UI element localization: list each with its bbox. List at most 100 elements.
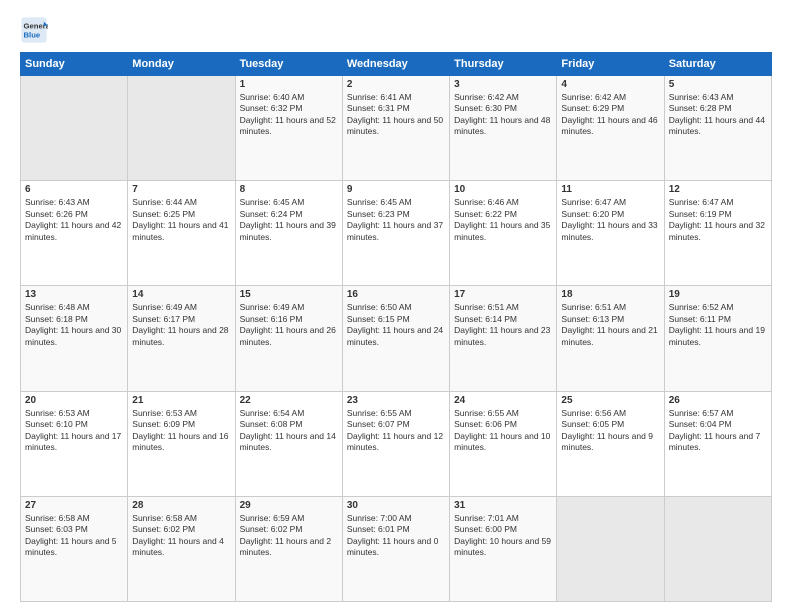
weekday-header: Monday bbox=[128, 53, 235, 76]
calendar-day-cell: 9 Sunrise: 6:45 AMSunset: 6:23 PMDaylight… bbox=[342, 181, 449, 286]
calendar-header-row: SundayMondayTuesdayWednesdayThursdayFrid… bbox=[21, 53, 772, 76]
day-info: Sunrise: 7:01 AMSunset: 6:00 PMDaylight:… bbox=[454, 513, 552, 559]
day-number: 17 bbox=[454, 289, 552, 300]
calendar-day-cell: 3 Sunrise: 6:42 AMSunset: 6:30 PMDaylight… bbox=[450, 76, 557, 181]
day-info: Sunrise: 6:57 AMSunset: 6:04 PMDaylight:… bbox=[669, 408, 767, 454]
calendar-day-cell: 28 Sunrise: 6:58 AMSunset: 6:02 PMDayligh… bbox=[128, 496, 235, 601]
day-info: Sunrise: 6:49 AMSunset: 6:17 PMDaylight:… bbox=[132, 302, 230, 348]
day-number: 29 bbox=[240, 500, 338, 511]
calendar-day-cell: 27Sunrise: 6:58 AMSunset: 6:03 PMDayligh… bbox=[21, 496, 128, 601]
calendar-day-cell: 26 Sunrise: 6:57 AMSunset: 6:04 PMDayligh… bbox=[664, 391, 771, 496]
calendar-day-cell: 31 Sunrise: 7:01 AMSunset: 6:00 PMDayligh… bbox=[450, 496, 557, 601]
calendar-day-cell: 17 Sunrise: 6:51 AMSunset: 6:14 PMDayligh… bbox=[450, 286, 557, 391]
page: General Blue SundayMondayTuesdayWednesda… bbox=[0, 0, 792, 612]
calendar-day-cell: 30 Sunrise: 7:00 AMSunset: 6:01 PMDayligh… bbox=[342, 496, 449, 601]
calendar-day-cell: 10 Sunrise: 6:46 AMSunset: 6:22 PMDayligh… bbox=[450, 181, 557, 286]
calendar-day-cell: 1 Sunrise: 6:40 AMSunset: 6:32 PMDaylight… bbox=[235, 76, 342, 181]
weekday-header: Thursday bbox=[450, 53, 557, 76]
day-info: Sunrise: 6:45 AMSunset: 6:23 PMDaylight:… bbox=[347, 197, 445, 243]
weekday-header: Friday bbox=[557, 53, 664, 76]
day-info: Sunrise: 6:43 AMSunset: 6:28 PMDaylight:… bbox=[669, 92, 767, 138]
calendar-day-cell: 29 Sunrise: 6:59 AMSunset: 6:02 PMDayligh… bbox=[235, 496, 342, 601]
day-info: Sunrise: 6:53 AMSunset: 6:10 PMDaylight:… bbox=[25, 408, 123, 454]
day-number: 9 bbox=[347, 184, 445, 195]
weekday-header: Sunday bbox=[21, 53, 128, 76]
day-number: 8 bbox=[240, 184, 338, 195]
day-number: 1 bbox=[240, 79, 338, 90]
day-number: 11 bbox=[561, 184, 659, 195]
day-info: Sunrise: 6:47 AMSunset: 6:20 PMDaylight:… bbox=[561, 197, 659, 243]
calendar-day-cell: 13 Sunrise: 6:48 AMSunset: 6:18 PMDayligh… bbox=[21, 286, 128, 391]
day-info: Sunrise: 6:51 AMSunset: 6:13 PMDaylight:… bbox=[561, 302, 659, 348]
day-info: Sunrise: 6:43 AMSunset: 6:26 PMDaylight:… bbox=[25, 197, 123, 243]
day-info: Sunrise: 6:51 AMSunset: 6:14 PMDaylight:… bbox=[454, 302, 552, 348]
day-number: 10 bbox=[454, 184, 552, 195]
day-number: 13 bbox=[25, 289, 123, 300]
day-number: 23 bbox=[347, 395, 445, 406]
calendar-day-cell: 6 Sunrise: 6:43 AMSunset: 6:26 PMDaylight… bbox=[21, 181, 128, 286]
day-number: 20 bbox=[25, 395, 123, 406]
day-info: Sunrise: 6:59 AMSunset: 6:02 PMDaylight:… bbox=[240, 513, 338, 559]
day-info: Sunrise: 6:55 AMSunset: 6:07 PMDaylight:… bbox=[347, 408, 445, 454]
day-info: Sunrise: 6:53 AMSunset: 6:09 PMDaylight:… bbox=[132, 408, 230, 454]
day-number: 19 bbox=[669, 289, 767, 300]
day-info: Sunrise: 6:50 AMSunset: 6:15 PMDaylight:… bbox=[347, 302, 445, 348]
calendar-day-cell bbox=[664, 496, 771, 601]
calendar-day-cell: 2 Sunrise: 6:41 AMSunset: 6:31 PMDaylight… bbox=[342, 76, 449, 181]
logo-icon: General Blue bbox=[20, 16, 48, 44]
calendar-day-cell: 20 Sunrise: 6:53 AMSunset: 6:10 PMDayligh… bbox=[21, 391, 128, 496]
day-info: Sunrise: 6:42 AMSunset: 6:29 PMDaylight:… bbox=[561, 92, 659, 138]
calendar-day-cell: 23 Sunrise: 6:55 AMSunset: 6:07 PMDayligh… bbox=[342, 391, 449, 496]
calendar-week-row: 13 Sunrise: 6:48 AMSunset: 6:18 PMDayligh… bbox=[21, 286, 772, 391]
calendar-week-row: 27Sunrise: 6:58 AMSunset: 6:03 PMDayligh… bbox=[21, 496, 772, 601]
day-info: Sunrise: 6:58 AMSunset: 6:02 PMDaylight:… bbox=[132, 513, 230, 559]
day-info: Sunrise: 6:54 AMSunset: 6:08 PMDaylight:… bbox=[240, 408, 338, 454]
calendar-table: SundayMondayTuesdayWednesdayThursdayFrid… bbox=[20, 52, 772, 602]
day-info: Sunrise: 6:46 AMSunset: 6:22 PMDaylight:… bbox=[454, 197, 552, 243]
day-info: Sunrise: 6:48 AMSunset: 6:18 PMDaylight:… bbox=[25, 302, 123, 348]
calendar-day-cell bbox=[557, 496, 664, 601]
calendar-day-cell: 12 Sunrise: 6:47 AMSunset: 6:19 PMDayligh… bbox=[664, 181, 771, 286]
calendar-day-cell: 16 Sunrise: 6:50 AMSunset: 6:15 PMDayligh… bbox=[342, 286, 449, 391]
day-number: 6 bbox=[25, 184, 123, 195]
calendar-day-cell: 14Sunrise: 6:49 AMSunset: 6:17 PMDayligh… bbox=[128, 286, 235, 391]
day-number: 31 bbox=[454, 500, 552, 511]
day-number: 22 bbox=[240, 395, 338, 406]
day-number: 26 bbox=[669, 395, 767, 406]
day-info: Sunrise: 6:42 AMSunset: 6:30 PMDaylight:… bbox=[454, 92, 552, 138]
calendar-day-cell: 25Sunrise: 6:56 AMSunset: 6:05 PMDayligh… bbox=[557, 391, 664, 496]
day-info: Sunrise: 6:52 AMSunset: 6:11 PMDaylight:… bbox=[669, 302, 767, 348]
day-info: Sunrise: 6:40 AMSunset: 6:32 PMDaylight:… bbox=[240, 92, 338, 138]
calendar-day-cell: 21 Sunrise: 6:53 AMSunset: 6:09 PMDayligh… bbox=[128, 391, 235, 496]
calendar-day-cell: 5 Sunrise: 6:43 AMSunset: 6:28 PMDaylight… bbox=[664, 76, 771, 181]
weekday-header: Saturday bbox=[664, 53, 771, 76]
day-number: 2 bbox=[347, 79, 445, 90]
calendar-week-row: 1 Sunrise: 6:40 AMSunset: 6:32 PMDaylight… bbox=[21, 76, 772, 181]
day-number: 3 bbox=[454, 79, 552, 90]
day-info: Sunrise: 6:49 AMSunset: 6:16 PMDaylight:… bbox=[240, 302, 338, 348]
day-number: 27 bbox=[25, 500, 123, 511]
calendar-day-cell bbox=[21, 76, 128, 181]
day-info: Sunrise: 7:00 AMSunset: 6:01 PMDaylight:… bbox=[347, 513, 445, 559]
day-number: 4 bbox=[561, 79, 659, 90]
day-number: 15 bbox=[240, 289, 338, 300]
day-info: Sunrise: 6:47 AMSunset: 6:19 PMDaylight:… bbox=[669, 197, 767, 243]
weekday-header: Wednesday bbox=[342, 53, 449, 76]
day-number: 21 bbox=[132, 395, 230, 406]
calendar-day-cell: 22 Sunrise: 6:54 AMSunset: 6:08 PMDayligh… bbox=[235, 391, 342, 496]
day-number: 16 bbox=[347, 289, 445, 300]
day-number: 5 bbox=[669, 79, 767, 90]
day-info: Sunrise: 6:45 AMSunset: 6:24 PMDaylight:… bbox=[240, 197, 338, 243]
svg-text:Blue: Blue bbox=[24, 31, 41, 40]
day-number: 30 bbox=[347, 500, 445, 511]
calendar-day-cell: 18Sunrise: 6:51 AMSunset: 6:13 PMDayligh… bbox=[557, 286, 664, 391]
calendar-day-cell: 8 Sunrise: 6:45 AMSunset: 6:24 PMDaylight… bbox=[235, 181, 342, 286]
day-number: 12 bbox=[669, 184, 767, 195]
header: General Blue bbox=[20, 16, 772, 44]
calendar-day-cell: 7Sunrise: 6:44 AMSunset: 6:25 PMDaylight… bbox=[128, 181, 235, 286]
day-info: Sunrise: 6:41 AMSunset: 6:31 PMDaylight:… bbox=[347, 92, 445, 138]
day-info: Sunrise: 6:44 AMSunset: 6:25 PMDaylight:… bbox=[132, 197, 230, 243]
calendar-day-cell: 15 Sunrise: 6:49 AMSunset: 6:16 PMDayligh… bbox=[235, 286, 342, 391]
weekday-header: Tuesday bbox=[235, 53, 342, 76]
day-number: 28 bbox=[132, 500, 230, 511]
